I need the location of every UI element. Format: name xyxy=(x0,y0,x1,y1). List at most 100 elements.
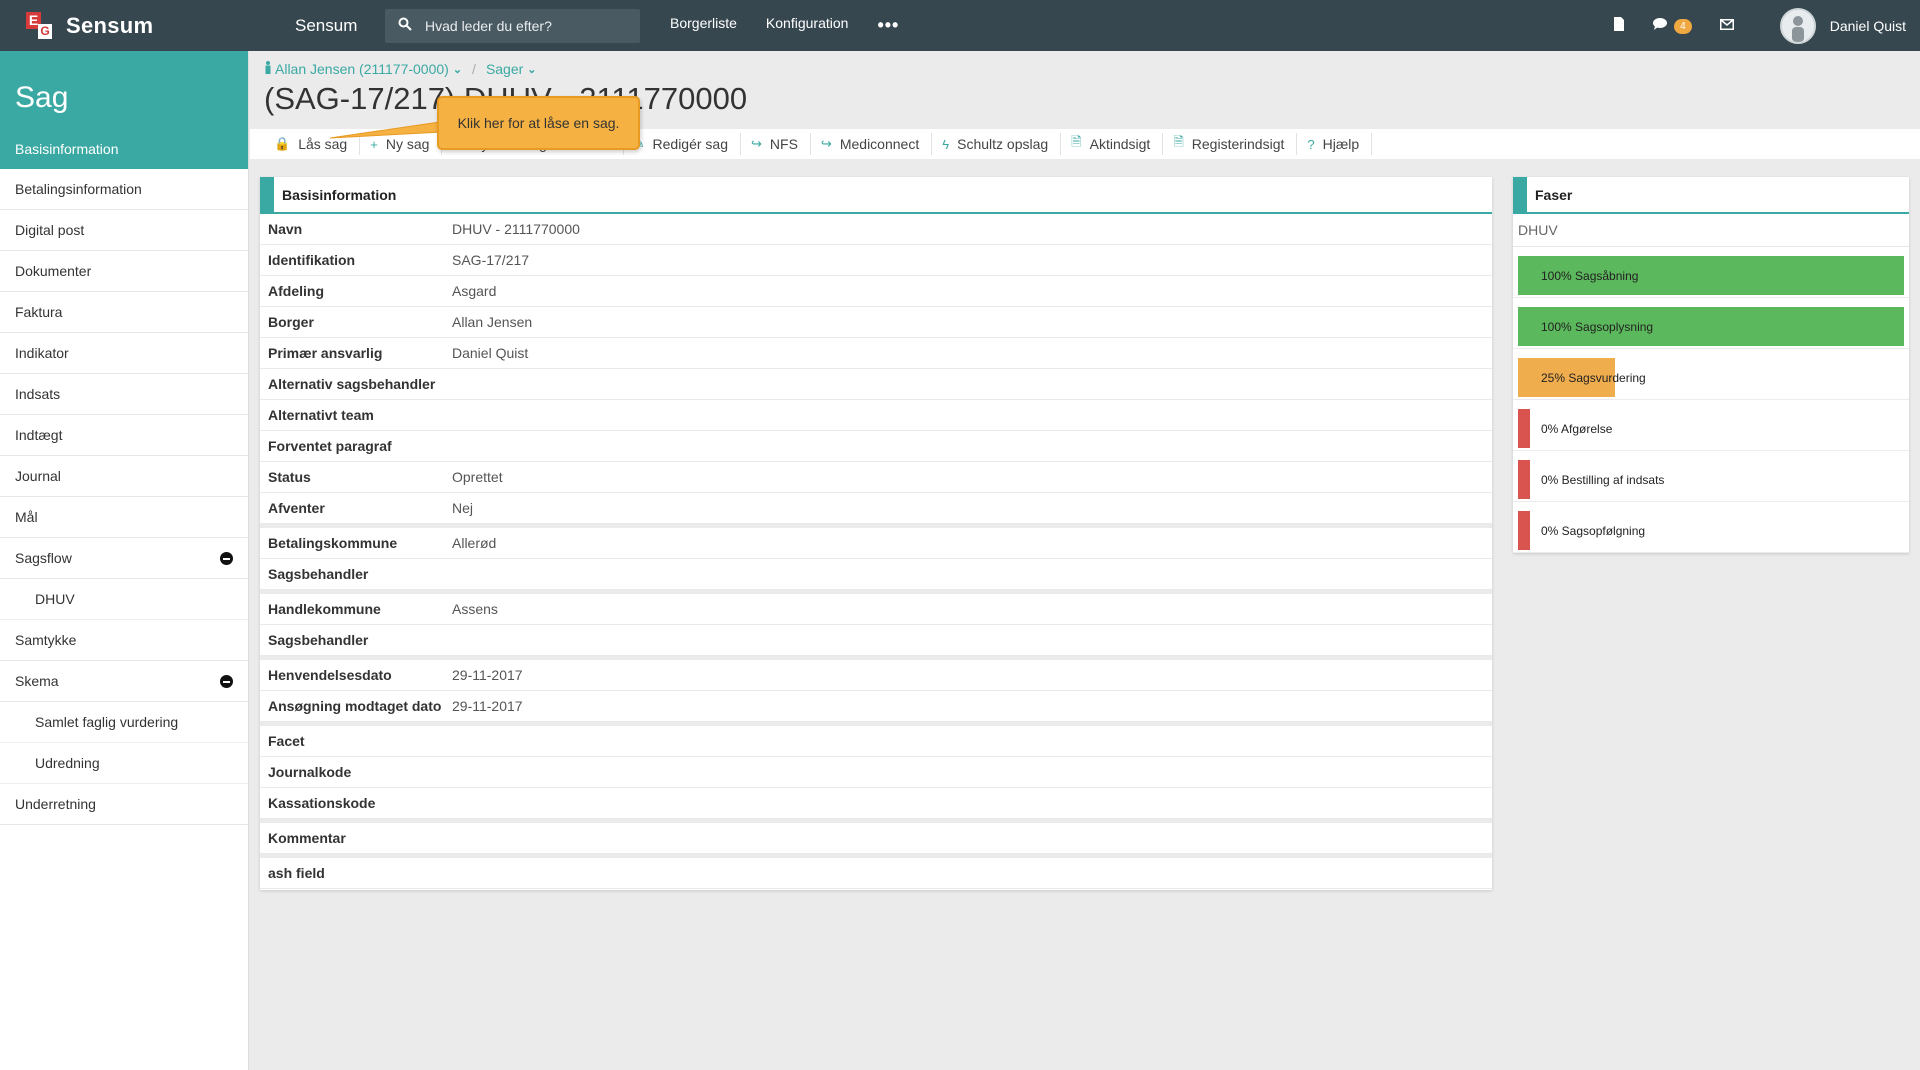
info-value: Daniel Quist xyxy=(452,345,529,361)
toolbar-redig-r-sag-button[interactable]: ✎Redigér sag xyxy=(624,133,742,155)
phase-label: 0% Afgørelse xyxy=(1541,421,1613,436)
toolbar-label: Hjælp xyxy=(1322,136,1360,152)
more-menu-icon[interactable]: ••• xyxy=(877,15,899,36)
info-row: ash field xyxy=(260,858,1492,889)
info-value: 29-11-2017 xyxy=(452,698,523,714)
info-row: Forventet paragraf xyxy=(260,431,1492,462)
info-value: Oprettet xyxy=(452,469,503,485)
nav-borgerliste[interactable]: Borgerliste xyxy=(670,15,737,36)
toolbar-nfs-button[interactable]: ↪ NFS xyxy=(741,133,811,155)
search-box[interactable]: Hvad leder du efter? xyxy=(385,8,640,43)
sidebar: Sag Basisinformation Betalingsinformation… xyxy=(0,51,249,1070)
toolbar-schultz-opslag-button[interactable]: ϟ Schultz opslag xyxy=(932,133,1062,155)
sidebar-item-indsats[interactable]: Indsats xyxy=(0,374,248,415)
eg-logo-icon: E G xyxy=(26,11,54,40)
info-key: Identifikation xyxy=(268,252,356,268)
sidebar-item-sagsflow[interactable]: Sagsflow xyxy=(0,538,248,579)
sidebar-item-label: Digital post xyxy=(15,222,85,238)
user-name[interactable]: Daniel Quist xyxy=(1830,18,1906,34)
info-row: Alternativ sagsbehandler xyxy=(260,369,1492,400)
sidebar-item-betalingsinformation[interactable]: Betalingsinformation xyxy=(0,169,248,210)
sidebar-item-samlet-faglig-vurdering[interactable]: Samlet faglig vurdering xyxy=(0,702,248,743)
info-row: Sagsbehandler xyxy=(260,625,1492,656)
chevron-down-icon[interactable]: ⌄ xyxy=(527,63,536,76)
phase-label: 0% Bestilling af indsats xyxy=(1541,472,1665,487)
lock-case-tooltip: Klik her for at låse en sag. xyxy=(437,96,640,150)
sidebar-item-basisinformation[interactable]: Basisinformation xyxy=(0,128,248,169)
info-key: Alternativ sagsbehandler xyxy=(268,376,436,392)
info-key: Alternativt team xyxy=(268,407,374,423)
search-input[interactable]: Hvad leder du efter? xyxy=(425,18,552,34)
toolbar-mediconnect-button[interactable]: ↪ Mediconnect xyxy=(811,133,933,155)
sidebar-item-label: Indsats xyxy=(15,386,61,402)
sidebar-item-journal[interactable]: Journal xyxy=(0,456,248,497)
info-row: Borger Allan Jensen xyxy=(260,307,1492,338)
app-name[interactable]: Sensum xyxy=(295,16,385,36)
basis-info-panel: Basisinformation Navn DHUV - 2111770000 Id… xyxy=(260,177,1492,890)
info-value: Asgard xyxy=(452,283,497,299)
info-row: Navn DHUV - 2111770000 xyxy=(260,214,1492,245)
avatar[interactable] xyxy=(1779,7,1816,44)
info-key: Sagsbehandler xyxy=(268,632,369,648)
info-value: Nej xyxy=(452,500,474,516)
phase-row[interactable]: 100% Sagsoplysning xyxy=(1513,298,1909,349)
info-value: Allerød xyxy=(452,535,497,551)
sidebar-item-underretning[interactable]: Underretning xyxy=(0,784,248,825)
phase-row[interactable]: 25% Sagsvurdering xyxy=(1513,349,1909,400)
sidebar-item-indikator[interactable]: Indikator xyxy=(0,333,248,374)
toolbar-registerindsigt-button[interactable]: 🗎 Registerindsigt xyxy=(1163,133,1298,155)
info-row: Betalingskommune Allerød xyxy=(260,528,1492,559)
phase-row[interactable]: 0% Afgørelse xyxy=(1513,400,1909,451)
sidebar-item-dokumenter[interactable]: Dokumenter xyxy=(0,251,248,292)
toolbar-label: Registerindsigt xyxy=(1191,136,1285,152)
phase-row[interactable]: 0% Sagsopfølgning xyxy=(1513,502,1909,553)
sidebar-item-samtykke[interactable]: Samtykke xyxy=(0,620,248,661)
sidebar-item-skema[interactable]: Skema xyxy=(0,661,248,702)
sidebar-item-label: Indikator xyxy=(15,345,69,361)
info-key: Journalkode xyxy=(268,764,352,780)
info-row: Ansøgning modtaget dato 29-11-2017 xyxy=(260,691,1492,722)
sidebar-item-udredning[interactable]: Udredning xyxy=(0,743,248,784)
phases-panel: Faser DHUV 100% Sagsåbning 100% Sagsoplys… xyxy=(1513,177,1909,553)
toolbar-label: Aktindsigt xyxy=(1089,136,1151,152)
chevron-down-icon[interactable]: ⌄ xyxy=(453,63,462,76)
breadcrumb-cases[interactable]: Sager xyxy=(486,61,523,77)
info-key: ash field xyxy=(268,865,325,881)
toolbar-aktindsigt-button[interactable]: 🗎 Aktindsigt xyxy=(1061,133,1164,155)
phases-list: 100% Sagsåbning 100% Sagsoplysning 25% Sag… xyxy=(1513,247,1909,553)
sidebar-title: Sag xyxy=(0,51,248,128)
info-key: Navn xyxy=(268,221,303,237)
chat-icon[interactable]: 4 xyxy=(1653,17,1692,34)
phase-row[interactable]: 100% Sagsåbning xyxy=(1513,247,1909,298)
nav-konfiguration[interactable]: Konfiguration xyxy=(766,15,849,36)
sidebar-list: Basisinformation Betalingsinformation Digi… xyxy=(0,128,248,825)
sidebar-item-indtægt[interactable]: Indtægt xyxy=(0,415,248,456)
mail-icon[interactable] xyxy=(1719,17,1734,34)
phase-row[interactable]: 0% Bestilling af indsats xyxy=(1513,451,1909,502)
info-key: Forventet paragraf xyxy=(268,438,392,454)
sidebar-item-label: Samtykke xyxy=(15,632,77,648)
phase-label: 0% Sagsopfølgning xyxy=(1541,523,1646,538)
sidebar-item-digital-post[interactable]: Digital post xyxy=(0,210,248,251)
sidebar-item-mål[interactable]: Mål xyxy=(0,497,248,538)
collapse-icon[interactable] xyxy=(220,675,233,688)
toolbar-label: NFS xyxy=(769,136,798,152)
breadcrumb-person[interactable]: Allan Jensen (211177-0000) xyxy=(275,61,449,77)
phases-subtitle: DHUV xyxy=(1513,214,1909,247)
brand[interactable]: E G Sensum xyxy=(0,11,250,40)
info-key: Ansøgning modtaget dato xyxy=(268,698,442,714)
sidebar-item-faktura[interactable]: Faktura xyxy=(0,292,248,333)
phase-progress-bar xyxy=(1518,511,1530,550)
info-key: Sagsbehandler xyxy=(268,566,369,582)
top-navbar: E G Sensum Sensum Hvad leder du efter? B… xyxy=(0,0,1920,51)
sidebar-item-dhuv[interactable]: DHUV xyxy=(0,579,248,620)
toolbar-hjælp-button[interactable]: ? Hjælp xyxy=(1297,133,1373,155)
share-icon: ↪ xyxy=(820,136,832,151)
info-key: Primær ansvarlig xyxy=(268,345,383,361)
document-icon[interactable] xyxy=(1613,16,1625,35)
info-row: Henvendelsesdato 29-11-2017 xyxy=(260,660,1492,691)
search-icon xyxy=(385,17,425,35)
collapse-icon[interactable] xyxy=(220,552,233,565)
info-row: Kommentar xyxy=(260,823,1492,854)
toolbar-label: Schultz opslag xyxy=(957,136,1049,152)
